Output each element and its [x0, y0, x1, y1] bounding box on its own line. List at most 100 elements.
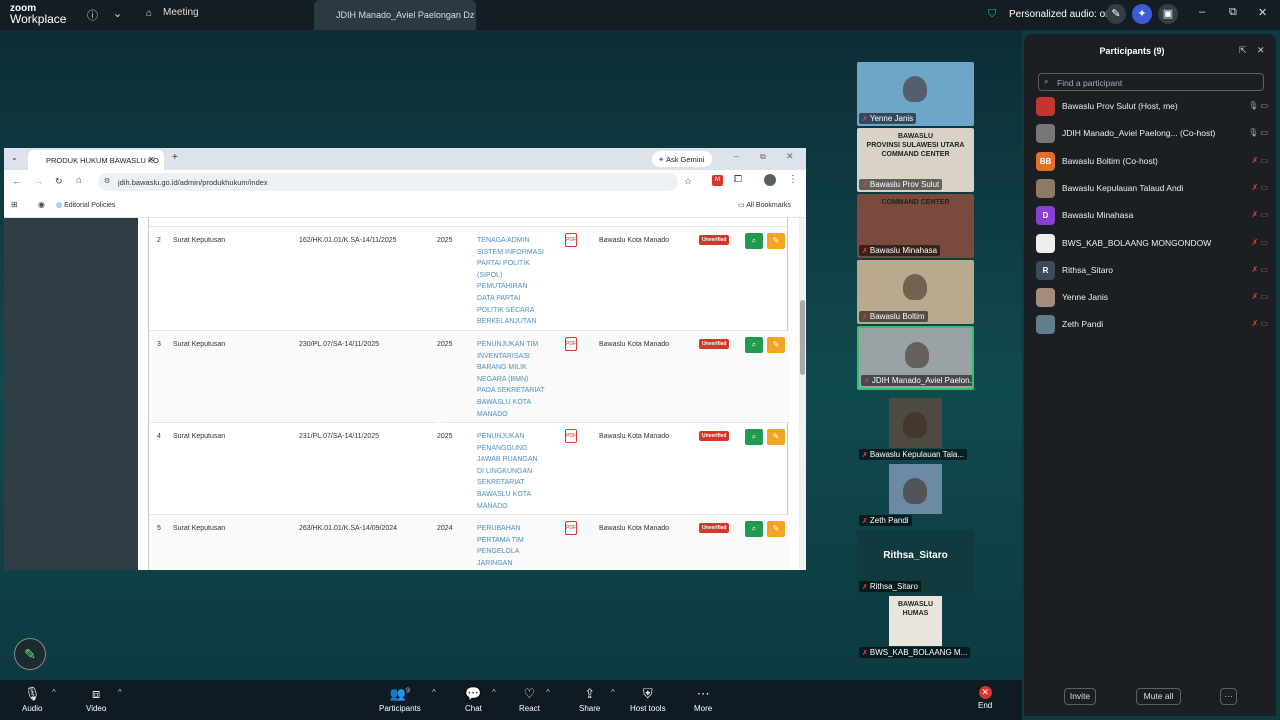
mic-muted-icon[interactable]: ✗ ▭ [1252, 238, 1268, 247]
participant-row[interactable]: BWS_KAB_BOLAANG MONGONDOW ✗ ▭ [1036, 231, 1272, 257]
video-tile[interactable]: ✗ JDIH Manado_Aviel Paelon... [857, 326, 974, 390]
browser-menu-icon[interactable]: ⋮ [788, 174, 798, 185]
forward-icon[interactable]: → [34, 176, 43, 186]
participant-row[interactable]: BB Bawaslu Boltim (Co-host) ✗ ▭ [1036, 149, 1272, 175]
row-title-link[interactable]: TENAGA ADMIN SISTEM INFORMASI PARTAI POLIT… [477, 235, 547, 328]
edit-button[interactable]: ✎ [767, 429, 785, 445]
row-title-link[interactable]: PERUBAHAN PERTAMA TIM PENGELOLA JARINGAN [477, 523, 547, 569]
pdf-file-icon[interactable]: PDF [565, 233, 577, 247]
close-icon[interactable]: ✕ [1258, 6, 1267, 19]
mic-muted-icon[interactable]: ✗ ▭ [1252, 292, 1268, 301]
apps-grid-icon[interactable]: ⊞ [11, 200, 18, 209]
video-tile[interactable]: COMMAND CENTER ✗ Bawaslu Minahasa [857, 194, 974, 258]
participant-row[interactable]: Yenne Janis ✗ ▭ [1036, 285, 1272, 311]
row-title-link[interactable]: PENUNJUKAN TIM INVENTARISASI BARANG MILIK N… [477, 339, 547, 420]
video-tile[interactable]: Rithsa_Sitaro ✗ Rithsa_Sitaro [857, 530, 974, 594]
video-tile[interactable]: BAWASLU HUMAS ✗ BWS_KAB_BOLAANG M... [857, 596, 974, 660]
mic-muted-icon[interactable]: ✗ ▭ [1252, 156, 1268, 165]
participant-search-input[interactable]: ⌕ Find a participant [1038, 73, 1264, 91]
chat-chevron-icon[interactable]: ^ [492, 688, 496, 697]
participants-button[interactable]: 👥9 Participants [379, 686, 421, 713]
react-button[interactable]: ♡ React [519, 686, 540, 713]
video-tile[interactable]: BAWASLU PROVINSI SULAWESI UTARA COMMAND CE… [857, 128, 974, 192]
profile-avatar[interactable] [764, 174, 776, 186]
ask-gemini-button[interactable]: ✦ Ask Gemini [652, 151, 712, 167]
personalized-audio-label[interactable]: Personalized audio: on [1009, 9, 1111, 20]
home-icon[interactable]: ⌂ [76, 175, 82, 186]
page-scrollbar[interactable] [799, 218, 806, 570]
window-minimize-icon[interactable]: – [734, 152, 738, 161]
react-chevron-icon[interactable]: ^ [546, 688, 550, 697]
video-options-chevron-icon[interactable]: ^ [118, 688, 122, 697]
pdf-file-icon[interactable]: PDF [565, 337, 577, 351]
mic-muted-icon[interactable]: ✗ ▭ [1252, 183, 1268, 192]
docs-icon[interactable]: ▣ [1158, 4, 1178, 24]
chat-button[interactable]: 💬 Chat [465, 686, 482, 713]
reload-icon[interactable]: ↻ [55, 176, 63, 187]
extension-icon[interactable]: M [712, 175, 723, 186]
end-button[interactable]: ✕ End [978, 686, 992, 710]
window-restore-icon[interactable]: ⧉ [760, 152, 766, 162]
invite-button[interactable]: Invite [1064, 688, 1096, 705]
scrollbar-thumb[interactable] [800, 300, 805, 375]
view-button[interactable]: ⌕ [745, 233, 763, 249]
video-tile[interactable]: ✗ Bawaslu Kepulauan Tala... [857, 398, 974, 462]
tab-close-icon[interactable]: ✕ [148, 155, 155, 164]
restore-icon[interactable]: ⧉ [1229, 6, 1237, 19]
video-tile[interactable]: ✗ Yenne Janis [857, 62, 974, 126]
popout-icon[interactable]: ⇱ [1239, 45, 1247, 56]
participant-row[interactable]: Bawaslu Prov Sulut (Host, me) 🎙 ▭ [1036, 94, 1272, 120]
video-button[interactable]: ⧈ Video [86, 686, 106, 713]
mic-icon[interactable]: 🎙 ▭ [1248, 101, 1268, 110]
minimize-icon[interactable]: – [1199, 6, 1205, 18]
view-button[interactable]: ⌕ [745, 429, 763, 445]
audio-button[interactable]: 🎙 Audio [22, 686, 42, 713]
extensions-puzzle-icon[interactable]: ⧠ [734, 174, 742, 185]
participant-row[interactable]: R Rithsa_Sitaro ✗ ▭ [1036, 258, 1272, 284]
new-tab-icon[interactable]: + [172, 152, 178, 163]
pdf-file-icon[interactable]: PDF [565, 429, 577, 443]
ai-companion-icon[interactable]: ✦ [1132, 4, 1152, 24]
mic-muted-icon[interactable]: ✗ ▭ [1252, 210, 1268, 219]
video-tile[interactable]: ✗ Bawaslu Boltim [857, 260, 974, 324]
site-info-icon[interactable]: ⚙ [104, 177, 110, 185]
view-button[interactable]: ⌕ [745, 337, 763, 353]
video-tile[interactable]: ✗ Zeth Pandi [857, 464, 974, 528]
participant-row[interactable]: D Bawaslu Minahasa ✗ ▭ [1036, 203, 1272, 229]
participant-row[interactable]: Zeth Pandi ✗ ▭ [1036, 312, 1272, 338]
participant-row[interactable]: JDIH Manado_Aviel Paelong... (Co-host) 🎙 … [1036, 121, 1272, 147]
back-icon[interactable]: ← [12, 176, 21, 186]
row-title-link[interactable]: PENUNJUKAN PENANGGUNG JAWAB RUANGAN DI LING… [477, 431, 547, 512]
mic-muted-icon[interactable]: ✗ ▭ [1252, 319, 1268, 328]
participants-chevron-icon[interactable]: ^ [432, 688, 436, 697]
info-icon[interactable]: ⓘ [87, 7, 98, 23]
browser-tab[interactable]: PRODUK HUKUM BAWASLU KO ✕ [28, 150, 164, 170]
view-button[interactable]: ⌕ [745, 521, 763, 537]
all-bookmarks-button[interactable]: ▭ All Bookmarks [738, 201, 791, 209]
url-field[interactable]: ⚙ jdih.bawaslu.go.id/admin/produkhukum/i… [98, 173, 692, 191]
mute-all-button[interactable]: Mute all [1136, 688, 1181, 705]
tab-list-icon[interactable]: ⌄ [11, 153, 18, 162]
window-close-icon[interactable]: ✕ [786, 151, 794, 162]
participant-row[interactable]: Bawaslu Kepulauan Talaud Andi ✗ ▭ [1036, 176, 1272, 202]
edit-button[interactable]: ✎ [767, 521, 785, 537]
host-tools-button[interactable]: ⛨ Host tools [630, 686, 666, 713]
panel-more-button[interactable]: ··· [1220, 688, 1237, 705]
mic-muted-icon[interactable]: ✗ ▭ [1252, 265, 1268, 274]
edit-button[interactable]: ✎ [767, 233, 785, 249]
mic-icon[interactable]: 🎙 ▭ [1248, 128, 1268, 137]
edit-button[interactable]: ✎ [767, 337, 785, 353]
share-button[interactable]: ⇪ Share [579, 686, 600, 713]
annotate-pencil-icon[interactable]: ✎ [14, 638, 46, 670]
bookmark-star-icon[interactable]: ☆ [684, 176, 692, 187]
meeting-tab[interactable]: Meeting [163, 7, 199, 18]
active-meeting-tab[interactable]: JDIH Manado_Aviel Paelongan Dz [314, 0, 476, 30]
pencil-icon[interactable]: ✎ [1106, 4, 1126, 24]
chevron-down-icon[interactable]: ⌄ [113, 7, 122, 20]
audio-options-chevron-icon[interactable]: ^ [52, 688, 56, 697]
pdf-file-icon[interactable]: PDF [565, 521, 577, 535]
panel-close-icon[interactable]: ✕ [1257, 45, 1265, 56]
bookmark-editorial-policies[interactable]: ◍ Editorial Policies [56, 201, 115, 209]
more-button[interactable]: ⋯ More [694, 686, 712, 713]
share-chevron-icon[interactable]: ^ [611, 688, 615, 697]
